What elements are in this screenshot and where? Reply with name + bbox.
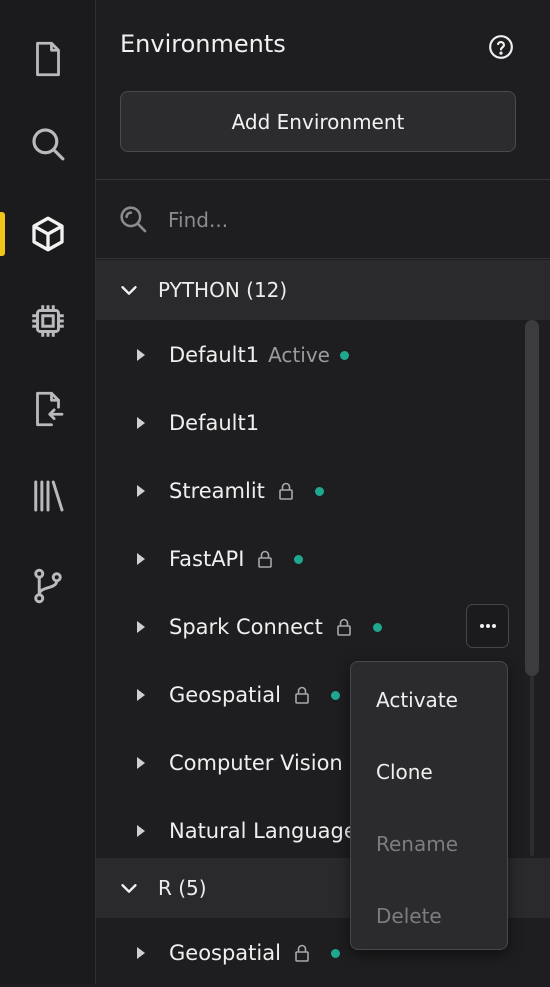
rail-button-search[interactable] bbox=[0, 110, 95, 178]
caret-right-icon bbox=[137, 417, 145, 429]
divider bbox=[96, 258, 550, 259]
status-dot bbox=[372, 622, 382, 632]
status-dot bbox=[314, 486, 324, 496]
search-icon bbox=[120, 206, 147, 233]
menu-item-activate[interactable]: Activate bbox=[376, 688, 458, 712]
activity-rail bbox=[0, 0, 96, 984]
environment-name: Default1 bbox=[169, 411, 260, 435]
more-options-button[interactable] bbox=[466, 604, 509, 648]
rail-button-git[interactable] bbox=[0, 552, 95, 620]
scrollbar-thumb[interactable] bbox=[525, 320, 539, 676]
caret-right-icon bbox=[137, 689, 145, 701]
panel-title: Environments bbox=[120, 30, 286, 58]
chevron-down-icon bbox=[121, 884, 137, 893]
environment-name: FastAPI bbox=[169, 547, 245, 571]
lock-icon bbox=[337, 618, 351, 636]
chip-icon bbox=[31, 305, 64, 337]
status-dot bbox=[294, 554, 304, 564]
environment-name: Default1 bbox=[169, 343, 260, 367]
git-branch-icon bbox=[33, 568, 62, 604]
status-dot bbox=[330, 948, 340, 958]
caret-right-icon bbox=[137, 621, 145, 633]
search-input[interactable] bbox=[166, 202, 510, 238]
active-label: Active bbox=[268, 343, 330, 367]
search-bar bbox=[96, 180, 550, 258]
rail-button-import[interactable] bbox=[0, 375, 95, 443]
environment-name: Natural Language bbox=[169, 819, 357, 843]
file-icon bbox=[35, 41, 60, 77]
environment-name: Geospatial bbox=[169, 941, 281, 965]
chevron-down-icon bbox=[121, 286, 137, 295]
search-icon bbox=[31, 128, 64, 161]
environments-panel: Environments Add Environment PYTHON (12)… bbox=[96, 0, 550, 984]
caret-right-icon bbox=[137, 825, 145, 837]
file-import-icon bbox=[35, 391, 63, 427]
caret-right-icon bbox=[137, 947, 145, 959]
status-dot bbox=[339, 350, 349, 360]
menu-item-rename: Rename bbox=[376, 832, 459, 856]
lock-icon bbox=[295, 686, 309, 704]
environment-row[interactable]: Default1 Active bbox=[96, 321, 550, 389]
library-icon bbox=[33, 480, 63, 512]
more-horizontal-icon bbox=[479, 624, 496, 628]
rail-button-library[interactable] bbox=[0, 462, 95, 530]
cube-icon bbox=[31, 216, 64, 252]
lock-icon bbox=[295, 944, 309, 962]
environment-row[interactable]: FastAPI bbox=[96, 525, 550, 593]
scrollbar-track bbox=[530, 676, 534, 856]
caret-right-icon bbox=[137, 349, 145, 361]
environment-name: Geospatial bbox=[169, 683, 281, 707]
group-label: R (5) bbox=[158, 876, 207, 900]
menu-item-clone[interactable]: Clone bbox=[376, 760, 433, 784]
caret-right-icon bbox=[137, 553, 145, 565]
environment-row[interactable]: Default1 bbox=[96, 389, 550, 457]
rail-button-environments[interactable] bbox=[0, 200, 95, 268]
lock-icon bbox=[279, 482, 293, 500]
caret-right-icon bbox=[137, 757, 145, 769]
environment-name: Streamlit bbox=[169, 479, 265, 503]
environment-name: Spark Connect bbox=[169, 615, 323, 639]
environment-row[interactable]: Streamlit bbox=[96, 457, 550, 525]
add-environment-button[interactable]: Add Environment bbox=[120, 91, 516, 152]
help-circle-icon[interactable] bbox=[488, 34, 514, 60]
context-menu: Activate Clone Rename Delete bbox=[350, 661, 508, 950]
rail-button-compute[interactable] bbox=[0, 287, 95, 355]
group-label: PYTHON (12) bbox=[158, 278, 288, 302]
caret-right-icon bbox=[137, 485, 145, 497]
lock-icon bbox=[258, 550, 273, 568]
menu-item-delete: Delete bbox=[376, 904, 442, 928]
environment-name: Computer Vision bbox=[169, 751, 343, 775]
status-dot bbox=[330, 690, 340, 700]
rail-button-files[interactable] bbox=[0, 25, 95, 93]
group-header-python[interactable]: PYTHON (12) bbox=[96, 260, 550, 320]
